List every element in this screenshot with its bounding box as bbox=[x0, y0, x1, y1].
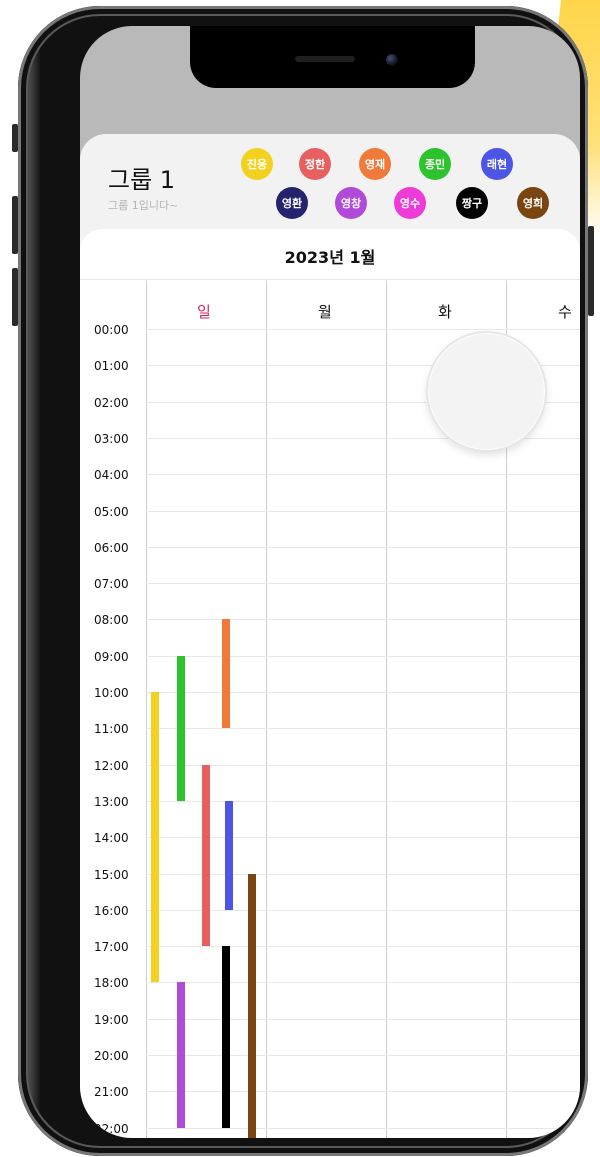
time-label: 18:00 bbox=[94, 976, 129, 991]
event-bar[interactable] bbox=[222, 619, 230, 729]
day-header: 화 bbox=[438, 303, 452, 321]
hour-gridline bbox=[146, 909, 580, 911]
time-label: 08:00 bbox=[94, 613, 129, 628]
time-label: 14:00 bbox=[94, 831, 129, 846]
time-label: 10:00 bbox=[94, 686, 129, 700]
hour-gridline bbox=[146, 982, 580, 984]
day-header: 수 bbox=[558, 303, 572, 321]
hour-gridline bbox=[146, 1127, 580, 1129]
speaker bbox=[295, 56, 355, 62]
hour-gridline bbox=[146, 728, 580, 730]
day-column-divider bbox=[146, 281, 147, 1138]
front-camera bbox=[386, 54, 398, 66]
time-label: 02:00 bbox=[94, 395, 129, 410]
time-label: 07:00 bbox=[94, 577, 129, 592]
time-label: 00:00 bbox=[94, 323, 129, 337]
member-chip[interactable]: 종민 bbox=[419, 148, 451, 180]
phone-frame: 그룹 1 그룹 1입니다~ 진웅 정한 영재 종민 래현영환 영창 영수 짱구 영희 2023년… bbox=[12, 6, 594, 1156]
day-header: 일 bbox=[197, 303, 211, 321]
day-column-divider bbox=[386, 281, 387, 1138]
time-label: 13:00 bbox=[94, 794, 129, 809]
hour-gridline bbox=[146, 510, 580, 512]
time-label: 20:00 bbox=[94, 1049, 129, 1063]
hour-gridline bbox=[146, 1091, 580, 1093]
hour-gridline bbox=[146, 329, 580, 330]
volume-down-button bbox=[12, 268, 18, 326]
time-label: 09:00 bbox=[94, 649, 129, 664]
time-label: 16:00 bbox=[94, 903, 129, 918]
member-chip[interactable]: 영환 bbox=[276, 187, 308, 219]
event-bar[interactable] bbox=[222, 946, 230, 1128]
group-subtitle: 그룹 1입니다~ bbox=[108, 199, 179, 212]
hour-gridline bbox=[146, 692, 580, 693]
hour-gridline bbox=[146, 800, 580, 802]
member-chip[interactable]: 영희 bbox=[517, 187, 549, 219]
member-chip[interactable]: 영수 bbox=[394, 187, 426, 219]
time-label: 01:00 bbox=[94, 359, 129, 374]
hour-gridline bbox=[146, 837, 580, 839]
time-label: 22:00 bbox=[94, 1121, 129, 1136]
time-label: 03:00 bbox=[94, 431, 129, 446]
day-column-divider bbox=[266, 281, 267, 1138]
member-chip[interactable]: 정한 bbox=[299, 148, 331, 180]
hour-gridline bbox=[146, 764, 580, 766]
event-bar[interactable] bbox=[225, 800, 233, 910]
member-chip[interactable]: 래현 bbox=[481, 148, 513, 180]
month-divider bbox=[80, 279, 580, 280]
power-button bbox=[588, 226, 594, 316]
time-label: 15:00 bbox=[94, 867, 129, 882]
event-bar[interactable] bbox=[151, 692, 159, 983]
hour-gridline bbox=[146, 655, 580, 657]
time-label: 19:00 bbox=[94, 1012, 129, 1027]
time-label: 04:00 bbox=[94, 468, 129, 483]
time-label: 11:00 bbox=[94, 722, 129, 737]
member-chip[interactable]: 진웅 bbox=[241, 148, 273, 180]
hour-gridline bbox=[146, 1055, 580, 1056]
event-bar[interactable] bbox=[202, 764, 210, 947]
time-label: 17:00 bbox=[94, 940, 129, 955]
hour-gridline bbox=[146, 946, 580, 948]
hour-gridline bbox=[146, 873, 580, 875]
time-label: 12:00 bbox=[94, 758, 129, 773]
event-bar[interactable] bbox=[177, 982, 185, 1128]
group-title: 그룹 1 bbox=[108, 166, 176, 194]
hour-gridline bbox=[146, 619, 580, 621]
hour-gridline bbox=[146, 583, 580, 585]
month-title: 2023년 1월 bbox=[284, 248, 376, 267]
mute-switch bbox=[12, 124, 18, 152]
event-bar[interactable] bbox=[248, 873, 256, 1138]
hour-gridline bbox=[146, 546, 580, 548]
hour-gridline bbox=[146, 1018, 580, 1020]
event-bar[interactable] bbox=[177, 655, 185, 801]
day-header: 월 bbox=[318, 303, 332, 321]
member-chip[interactable]: 영창 bbox=[335, 187, 367, 219]
time-label: 21:00 bbox=[94, 1085, 129, 1100]
member-chip[interactable]: 짱구 bbox=[456, 187, 488, 219]
member-chip[interactable]: 영재 bbox=[359, 148, 391, 180]
hour-gridline bbox=[146, 474, 580, 476]
time-label: 06:00 bbox=[94, 540, 129, 555]
time-label: 05:00 bbox=[94, 504, 129, 519]
floating-action-button[interactable] bbox=[428, 333, 545, 450]
phone-screen: 그룹 1 그룹 1입니다~ 진웅 정한 영재 종민 래현영환 영창 영수 짱구 영희 2023년… bbox=[80, 26, 580, 1138]
notch bbox=[190, 26, 475, 88]
volume-up-button bbox=[12, 196, 18, 254]
